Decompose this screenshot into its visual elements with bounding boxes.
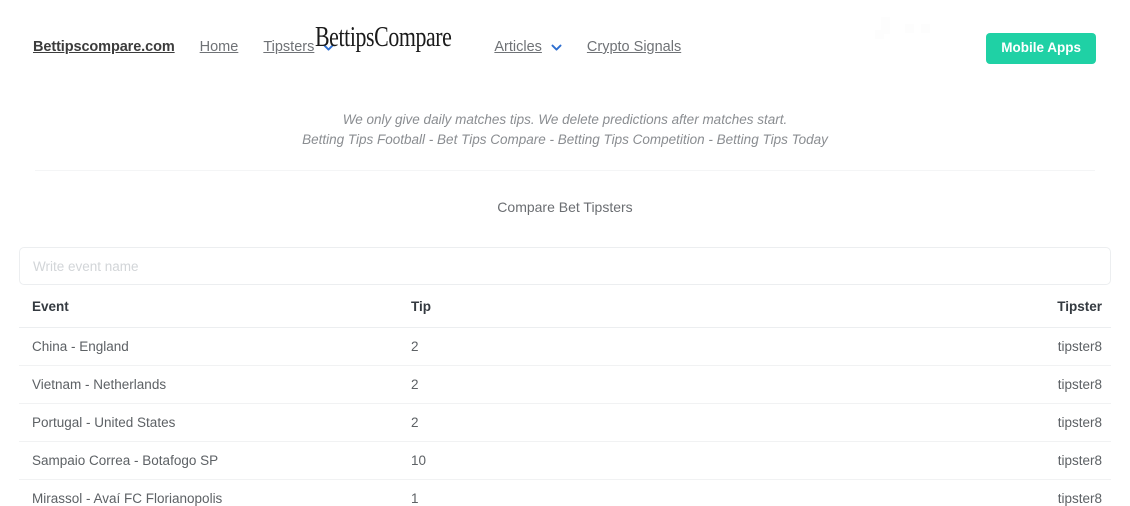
site-header: Bettipscompare.com Home Tipsters Article… bbox=[0, 0, 1130, 76]
page-title: Compare Bet Tipsters bbox=[497, 199, 633, 215]
tagline-line-1: We only give daily matches tips. We dele… bbox=[342, 112, 788, 127]
tips-table-body: China - England 2 tipster8 Vietnam - Nether… bbox=[19, 327, 1111, 506]
cell-event: Mirassol - Avaí FC Florianopolis bbox=[19, 479, 411, 506]
column-header-event[interactable]: Event bbox=[19, 299, 411, 328]
brand-link[interactable]: Bettipscompare.com bbox=[33, 39, 175, 55]
search-input[interactable] bbox=[19, 247, 1111, 285]
table-row[interactable]: China - England 2 tipster8 bbox=[19, 327, 1111, 366]
cell-tip: 2 bbox=[411, 327, 1011, 366]
mobile-apps-button[interactable]: Mobile Apps bbox=[986, 33, 1096, 64]
nav-item-tipsters-label: Tipsters bbox=[263, 39, 315, 55]
nav-item-articles[interactable]: Articles bbox=[494, 39, 562, 55]
nav-item-crypto-signals[interactable]: Crypto Signals bbox=[587, 39, 681, 55]
tips-table-head: Event Tip Tipster bbox=[19, 299, 1111, 328]
table-row[interactable]: Sampaio Correa - Botafogo SP 10 tipster8 bbox=[19, 441, 1111, 480]
tips-table: Event Tip Tipster China - England 2 tipste… bbox=[19, 299, 1111, 506]
cell-tip: 2 bbox=[411, 403, 1011, 442]
site-logo: BettipsCompare bbox=[315, 22, 452, 53]
table-row[interactable]: Portugal - United States 2 tipster8 bbox=[19, 403, 1111, 442]
nav-item-articles-label: Articles bbox=[494, 39, 542, 55]
tips-panel: Event Tip Tipster China - England2tipste… bbox=[19, 247, 1111, 506]
cell-tip: 10 bbox=[411, 441, 1011, 480]
cell-tipster: tipster8 bbox=[1011, 403, 1111, 442]
tagline: We only give daily matches tips. We dele… bbox=[0, 110, 1130, 150]
watermark-artifact bbox=[875, 17, 935, 39]
cell-tip: 2 bbox=[411, 365, 1011, 404]
column-header-tip[interactable]: Tip bbox=[411, 299, 1011, 328]
cell-event: Portugal - United States bbox=[19, 403, 411, 442]
column-header-tipster[interactable]: Tipster bbox=[1011, 299, 1111, 328]
table-header-row: Event Tip Tipster bbox=[19, 299, 1111, 328]
cell-tipster: tipster8 bbox=[1011, 441, 1111, 480]
nav-item-crypto-signals-label: Crypto Signals bbox=[586, 39, 682, 55]
cell-event: Sampaio Correa - Botafogo SP bbox=[19, 441, 411, 480]
cell-tip: 1 bbox=[411, 479, 1011, 506]
cell-tipster: tipster8 bbox=[1011, 365, 1111, 404]
nav-item-home[interactable]: Home bbox=[200, 39, 239, 55]
tagline-line-2: Betting Tips Football - Bet Tips Compare… bbox=[302, 132, 828, 147]
chevron-down-icon bbox=[551, 42, 562, 53]
table-row[interactable]: Vietnam - Netherlands 2 tipster8 bbox=[19, 365, 1111, 404]
cell-tipster: tipster8 bbox=[1011, 327, 1111, 366]
nav-item-home-label: Home bbox=[199, 39, 239, 55]
cell-event: Vietnam - Netherlands bbox=[19, 365, 411, 404]
section-divider bbox=[35, 170, 1095, 171]
cell-event: China - England bbox=[19, 327, 411, 366]
table-row[interactable]: Mirassol - Avaí FC Florianopolis 1 tipster… bbox=[19, 479, 1111, 506]
cell-tipster: tipster8 bbox=[1011, 479, 1111, 506]
